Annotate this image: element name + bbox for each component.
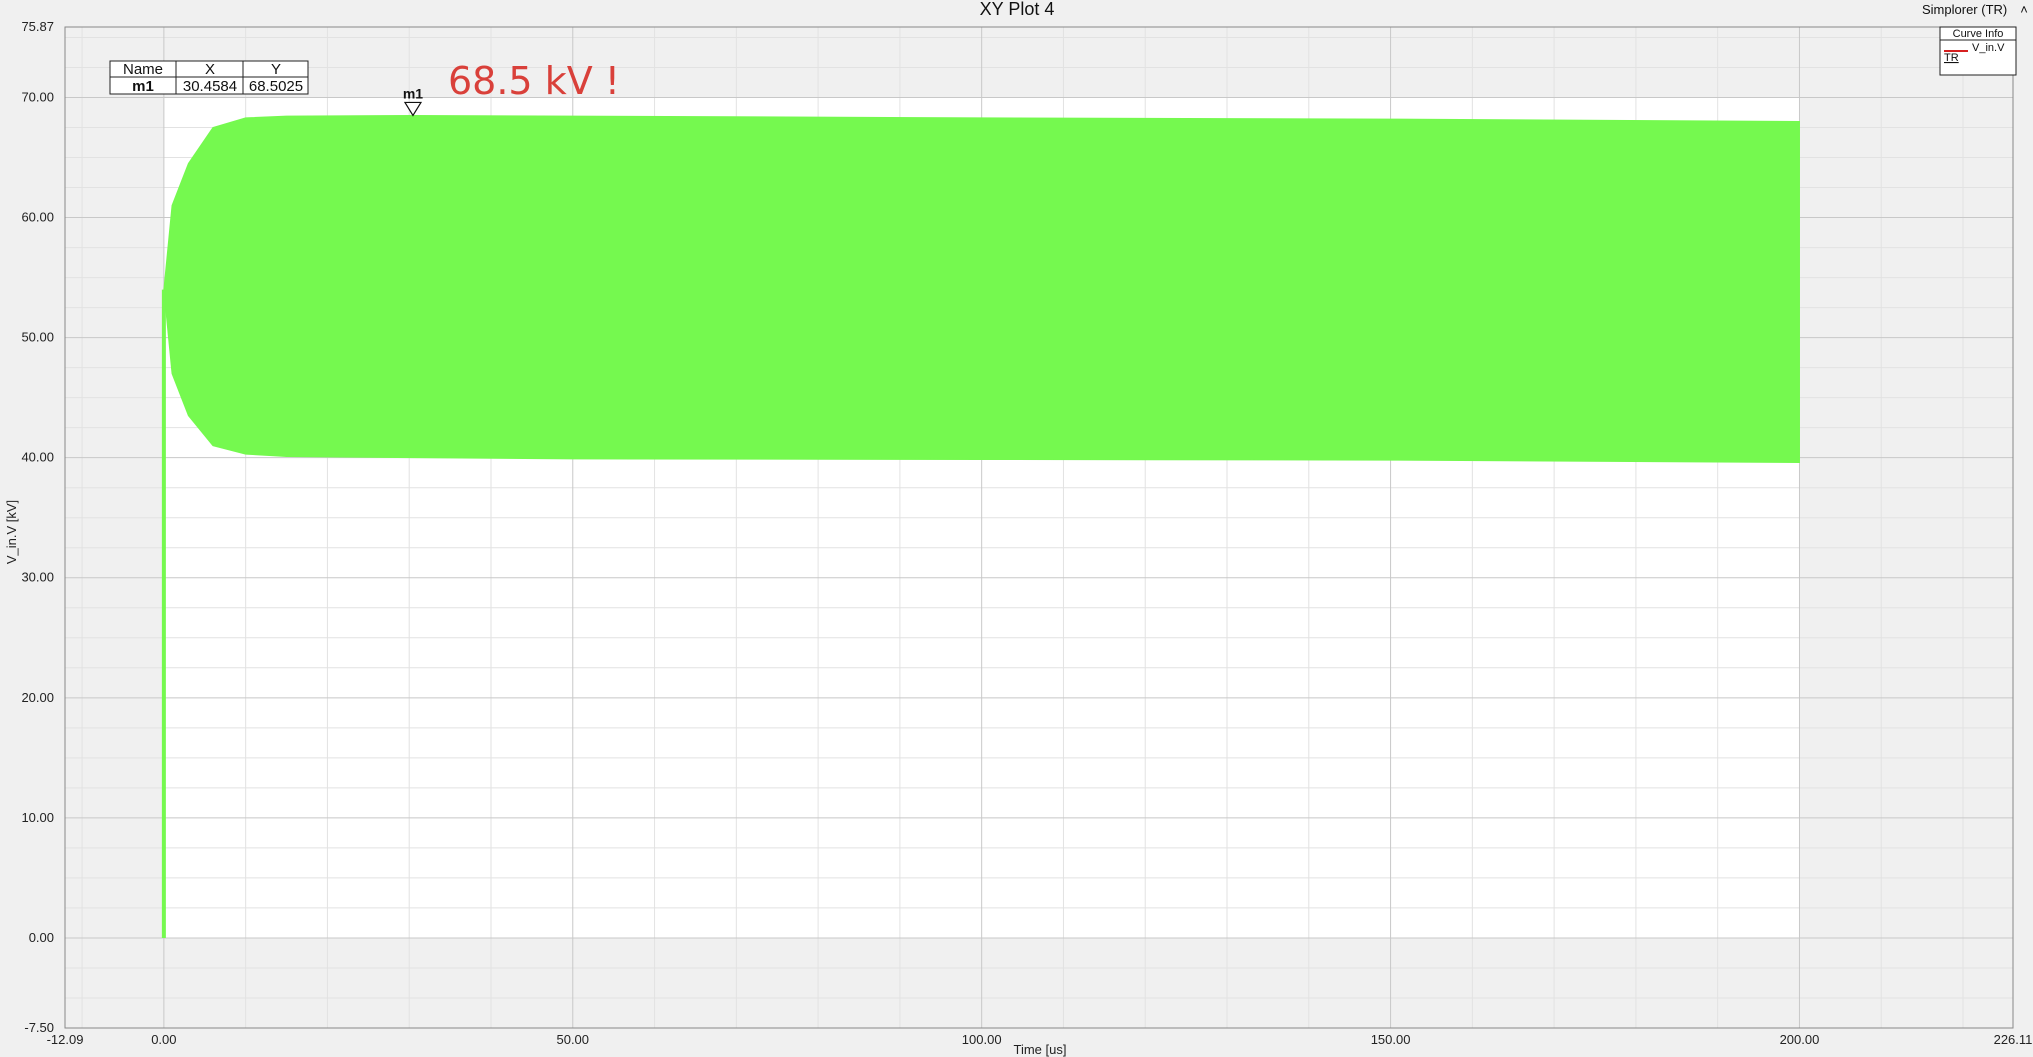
context-label: Simplorer (TR): [1922, 2, 2007, 17]
x-axis-title: Time [us]: [1014, 1042, 1067, 1057]
x-tick-label: 0.00: [151, 1032, 176, 1047]
y-tick-label: 50.00: [21, 330, 54, 345]
x-tick-label: 200.00: [1780, 1032, 1820, 1047]
marker-table[interactable]: Name X Y m1 30.4584 68.5025: [109, 60, 309, 95]
y-tick-label: 10.00: [21, 810, 54, 825]
y-tick-label: 0.00: [29, 930, 54, 945]
table-cell-name: m1: [132, 78, 154, 95]
curve-info-sublabel: TR: [1944, 52, 1959, 64]
x-tick-label: 150.00: [1371, 1032, 1411, 1047]
y-tick-label: 20.00: [21, 690, 54, 705]
y-tick-label: 75.87: [21, 19, 54, 34]
table-cell-x: 30.4584: [183, 78, 237, 95]
x-tick-label: 226.11: [1994, 1032, 2033, 1047]
table-header-name: Name: [123, 61, 163, 78]
y-tick-label: 60.00: [21, 210, 54, 225]
y-tick-label: 70.00: [21, 89, 54, 104]
y-tick-label: -7.50: [24, 1020, 54, 1035]
xy-plot: -12.09 0.00 50.00 100.00 150.00 200.00 226.117…: [0, 0, 2033, 1057]
y-tick-label: 30.00: [21, 570, 54, 585]
table-header-y: Y: [271, 61, 281, 78]
y-axis-title: V_in.V [kV]: [4, 500, 19, 564]
collapse-chevron-icon[interactable]: ˄: [2020, 2, 2028, 17]
trace-envelope: [163, 114, 1800, 463]
curve-info-title: Curve Info: [1953, 28, 2004, 40]
table-cell-y: 68.5025: [249, 78, 303, 95]
curve-info-label: V_in.V: [1972, 42, 2005, 54]
marker-label: m1: [403, 85, 423, 101]
curve-info-legend[interactable]: Curve Info V_in.V TR: [1939, 26, 2017, 76]
annotation-text: 68.5 kV !: [448, 59, 620, 103]
table-header-x: X: [205, 61, 215, 78]
x-tick-label: 100.00: [962, 1032, 1002, 1047]
y-tick-label: 40.00: [21, 450, 54, 465]
chart-title: XY Plot 4: [980, 0, 1055, 19]
x-tick-label: 50.00: [556, 1032, 589, 1047]
